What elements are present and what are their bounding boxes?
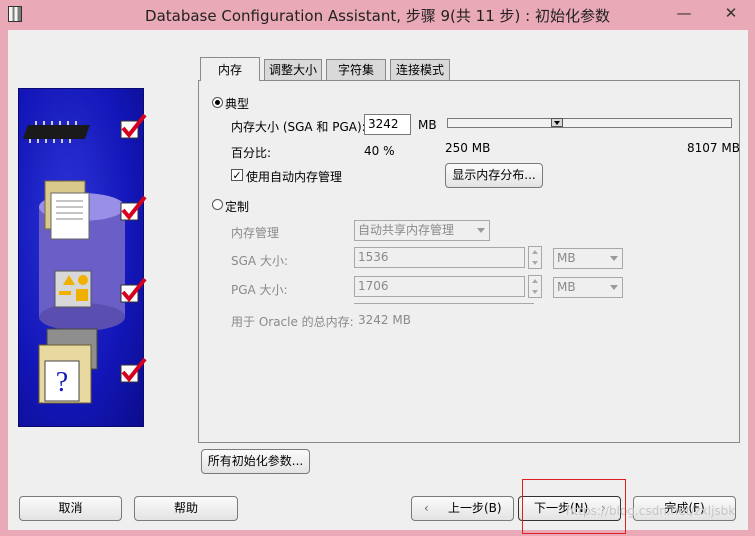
percent-value: 40 % [364, 144, 395, 158]
chevron-down-icon [610, 256, 618, 261]
sga-size-stepper[interactable] [528, 246, 542, 269]
memory-mgmt-select[interactable]: 自动共享内存管理 [354, 220, 490, 241]
memory-mgmt-label: 内存管理 [231, 226, 280, 240]
memory-size-input[interactable]: 3242 [364, 114, 411, 135]
back-button[interactable]: ‹ 上一步(B) [411, 496, 514, 521]
percent-label: 百分比: [231, 146, 272, 160]
amm-checkbox-label: 使用自动内存管理 [246, 170, 343, 184]
step-complete-check-icon [120, 357, 147, 383]
sga-unit-select[interactable]: MB [553, 248, 623, 269]
custom-radio[interactable] [212, 199, 223, 210]
close-button[interactable]: ✕ [718, 2, 744, 24]
memory-size-unit: MB [418, 118, 437, 132]
sga-size-input[interactable]: 1536 [354, 247, 525, 268]
chevron-left-icon: ‹ [424, 501, 429, 515]
title-bar: Database Configuration Assistant, 步骤 9(共… [0, 0, 755, 30]
memory-percent-slider[interactable] [447, 118, 732, 128]
slider-max-label: 8107 MB [687, 141, 740, 155]
tab-sizing[interactable]: 调整大小 [264, 59, 322, 80]
memory-mgmt-select-value: 自动共享内存管理 [358, 223, 455, 237]
pga-unit-select-value: MB [557, 280, 576, 294]
total-memory-value: 3242 MB [358, 313, 411, 327]
typical-radio[interactable] [212, 97, 223, 108]
step-complete-check-icon [120, 113, 147, 139]
all-init-params-button[interactable]: 所有初始化参数... [201, 449, 310, 474]
step-complete-check-icon [120, 277, 147, 303]
typical-radio-label: 典型 [225, 97, 250, 111]
pga-size-stepper[interactable] [528, 275, 542, 298]
tab-character-set[interactable]: 字符集 [326, 59, 386, 80]
shapes-icon [54, 270, 92, 308]
chevron-down-icon [610, 285, 618, 290]
custom-radio-label: 定制 [225, 200, 250, 214]
sga-unit-select-value: MB [557, 251, 576, 265]
memory-size-label: 内存大小 (SGA 和 PGA): [231, 120, 366, 134]
pga-size-label: PGA 大小: [231, 283, 288, 297]
step-complete-check-icon [120, 195, 147, 221]
documents-icon [44, 180, 90, 240]
help-documents-icon: ? [38, 328, 98, 404]
divider [354, 303, 534, 304]
minimize-button[interactable]: — [671, 2, 697, 24]
total-memory-label: 用于 Oracle 的总内存: [231, 315, 354, 329]
tab-memory[interactable]: 内存 [200, 57, 260, 81]
svg-text:?: ? [56, 367, 68, 398]
back-button-label: 上一步(B) [448, 501, 502, 515]
amm-checkbox[interactable]: ✓ [231, 169, 243, 181]
slider-min-label: 250 MB [445, 141, 491, 155]
window-title: Database Configuration Assistant, 步骤 9(共… [145, 7, 610, 25]
pga-unit-select[interactable]: MB [553, 277, 623, 298]
slider-thumb[interactable] [551, 118, 563, 127]
tab-connection-mode[interactable]: 连接模式 [390, 59, 450, 80]
highlight-annotation [522, 479, 626, 534]
show-memory-distribution-button[interactable]: 显示内存分布... [445, 163, 543, 188]
sga-size-label: SGA 大小: [231, 254, 288, 268]
cancel-button[interactable]: 取消 [19, 496, 122, 521]
help-button[interactable]: 帮助 [134, 496, 238, 521]
pga-size-input[interactable]: 1706 [354, 276, 525, 297]
memory-chip-icon [22, 121, 90, 143]
chevron-down-icon [477, 228, 485, 233]
